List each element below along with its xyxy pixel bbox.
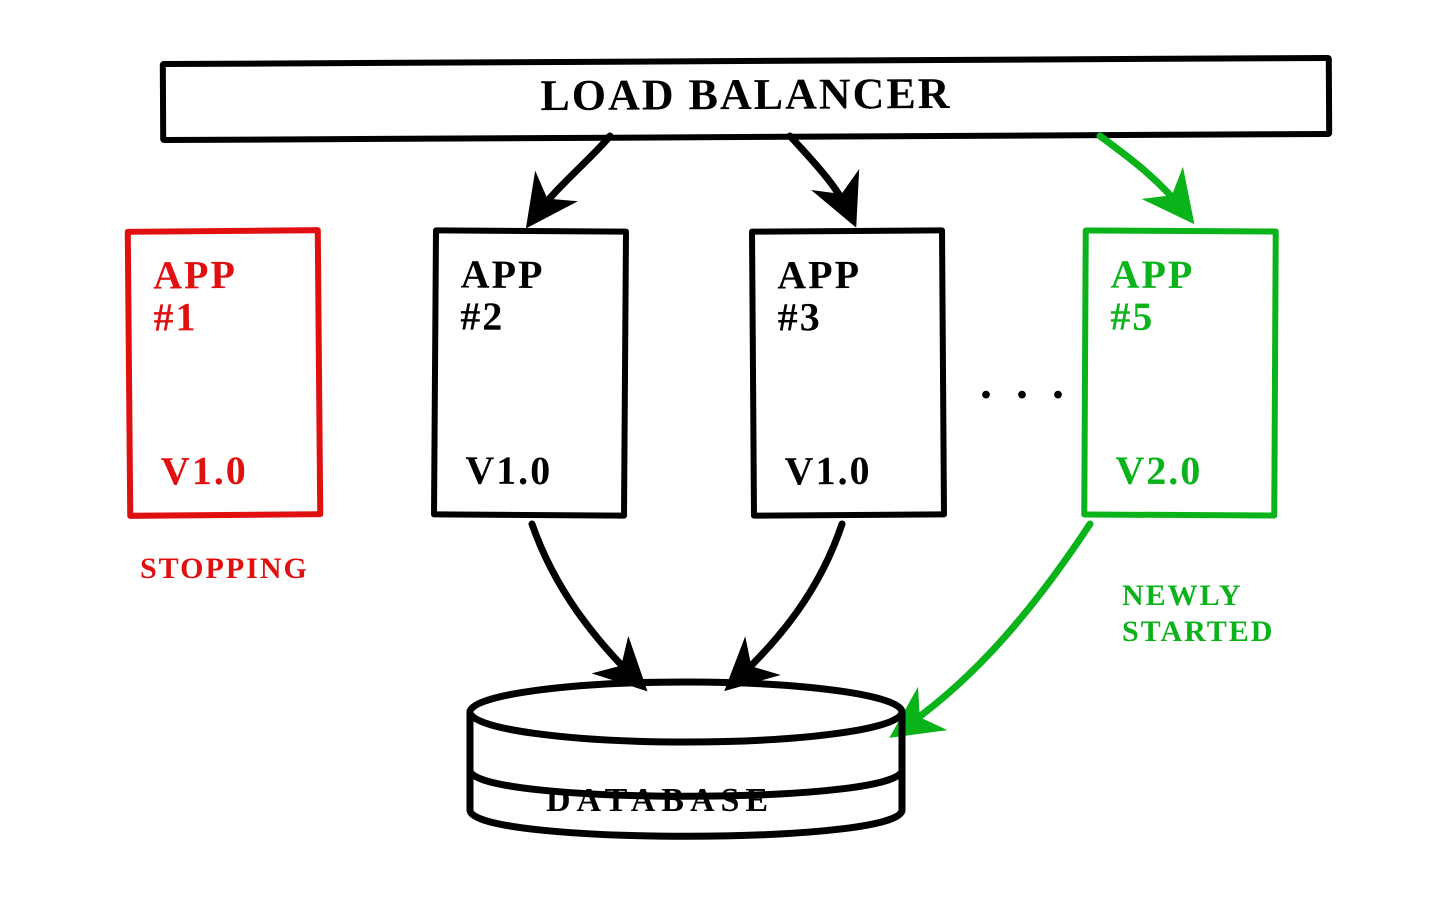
app-1-ver: V1.0: [161, 448, 248, 495]
app-5-status: NEWLY STARTED: [1122, 578, 1274, 650]
app-3-ver: V1.0: [785, 448, 872, 495]
app-1-status: STOPPING: [140, 552, 309, 586]
app-1-name: APP: [153, 251, 297, 298]
app-2-name: APP: [461, 252, 605, 299]
app-5-num: #5: [1110, 294, 1254, 341]
arrow-lb-to-app2: [532, 136, 610, 220]
app-3-num: #3: [777, 293, 921, 340]
app-5-name: APP: [1110, 252, 1254, 299]
app-2-num: #2: [460, 294, 604, 341]
arrow-app3-to-db: [732, 524, 842, 684]
arrow-app5-to-db: [898, 524, 1090, 732]
arrow-lb-to-app3: [790, 136, 852, 218]
app-1-box: APP #1 V1.0: [125, 227, 324, 519]
database-label: DATABASE: [546, 782, 774, 820]
app-5-status-l2: STARTED: [1122, 615, 1274, 648]
arrow-app2-to-db: [532, 524, 640, 684]
app-3-box: APP #3 V1.0: [749, 227, 947, 518]
app-5-box: APP #5 V2.0: [1081, 227, 1279, 518]
app-3-name: APP: [777, 251, 921, 298]
app-2-box: APP #2 V1.0: [431, 227, 629, 518]
load-balancer-label: LOAD BALANCER: [540, 69, 951, 120]
app-1-num: #1: [153, 293, 297, 340]
load-balancer-box: LOAD BALANCER: [160, 55, 1332, 143]
app-2-ver: V1.0: [465, 448, 552, 495]
ellipsis: . . .: [980, 355, 1070, 410]
arrow-lb-to-app5: [1100, 136, 1188, 216]
app-5-ver: V2.0: [1115, 448, 1202, 494]
app-5-status-l1: NEWLY: [1122, 579, 1243, 612]
